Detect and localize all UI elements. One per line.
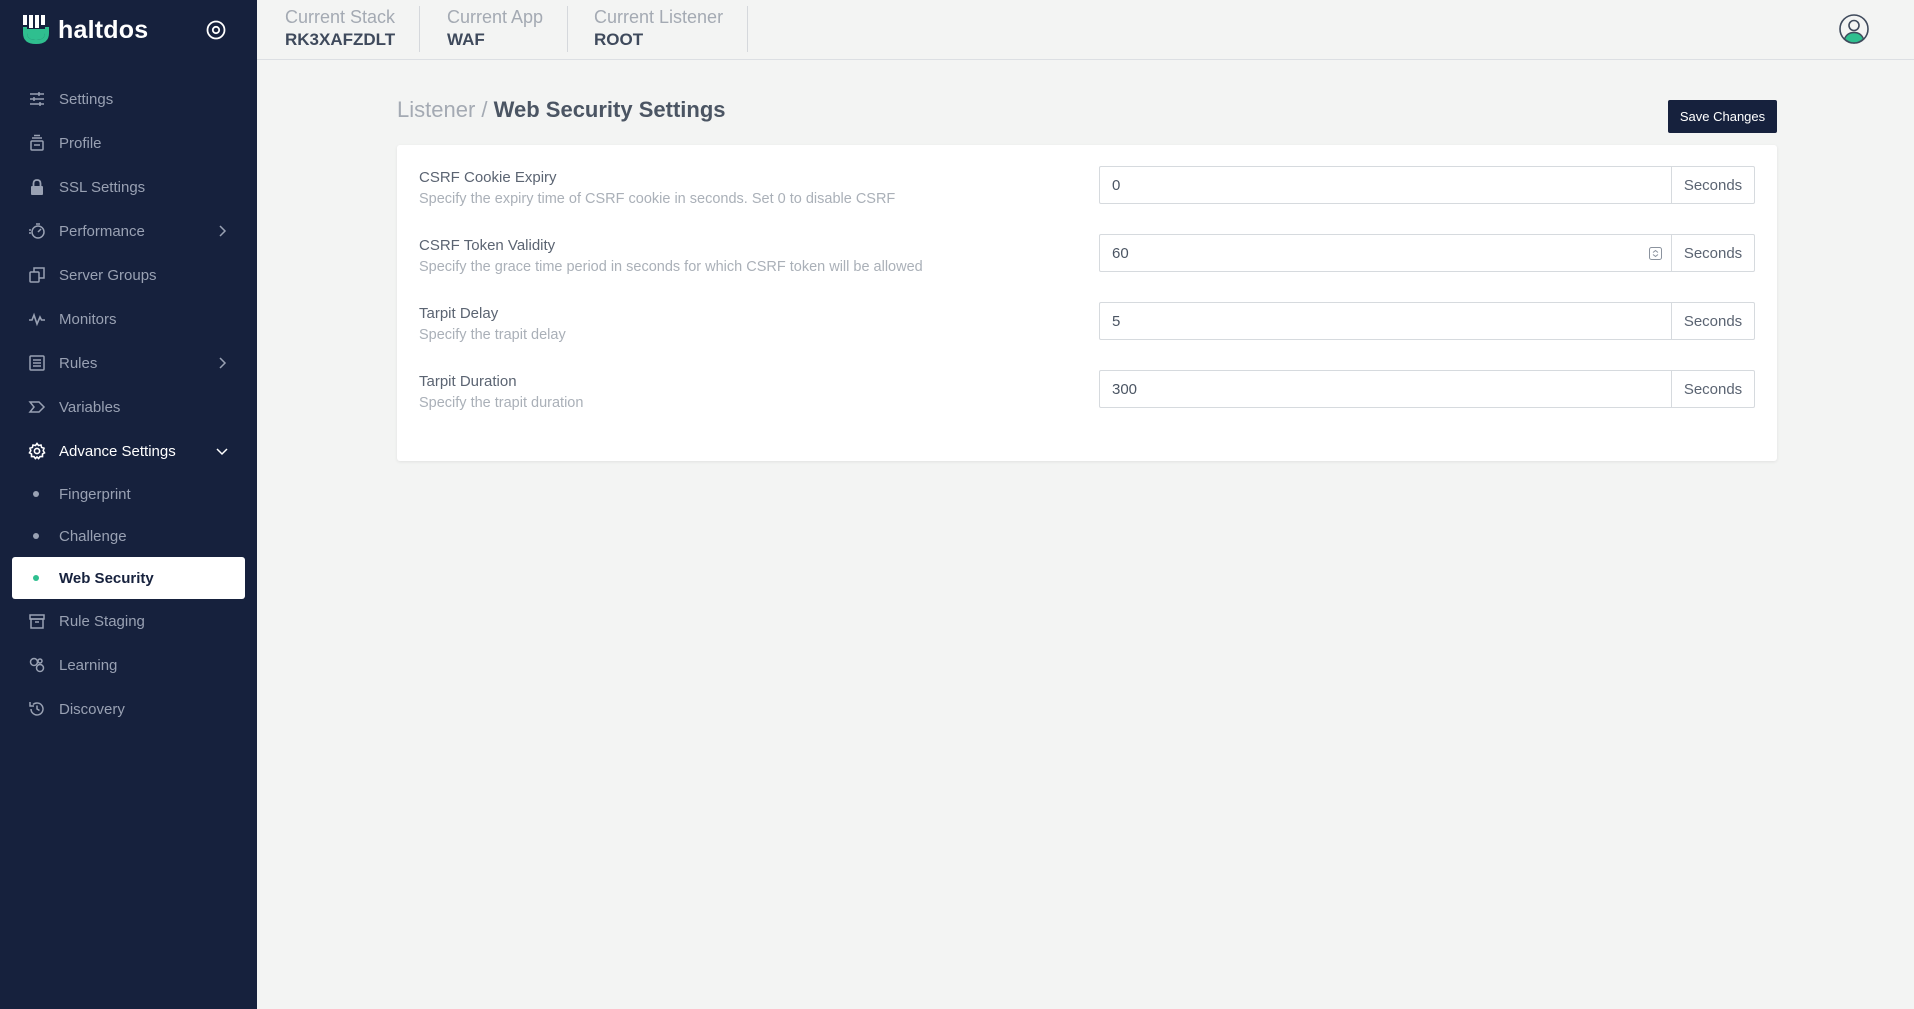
- sidebar-item-label: Monitors: [59, 310, 117, 328]
- current-listener-value: ROOT: [594, 30, 644, 49]
- stack-icon: [30, 134, 44, 151]
- sidebar-toggle-icon[interactable]: [205, 19, 227, 41]
- sidebar-item-ssl-settings[interactable]: SSL Settings: [0, 165, 257, 209]
- learning-icon: [29, 657, 45, 673]
- csrf-token-validity-input-group: Seconds: [1099, 234, 1755, 272]
- sidebar-item-label: Rule Staging: [59, 612, 145, 630]
- sidebar-subitem-label: Challenge: [59, 527, 127, 545]
- breadcrumb-parent[interactable]: Listener /: [397, 97, 488, 122]
- unit-addon: Seconds: [1671, 303, 1754, 339]
- pulse-icon: [29, 312, 45, 327]
- chevron-down-icon: [216, 448, 228, 456]
- brand-name: haltdos: [58, 15, 149, 44]
- number-spinner-icon[interactable]: [1649, 247, 1662, 260]
- sidebar-item-label: Settings: [59, 90, 114, 108]
- sliders-icon: [30, 92, 44, 106]
- sidebar-subitem-web-security[interactable]: Web Security: [12, 557, 245, 599]
- brand[interactable]: haltdos: [22, 14, 148, 46]
- sidebar-item-variables[interactable]: Variables: [0, 385, 257, 429]
- sidebar-item-profile[interactable]: Profile: [0, 121, 257, 165]
- setting-label: Tarpit Delay: [419, 305, 499, 322]
- sidebar-nav: Settings Profile SSL Settings Performanc…: [0, 77, 257, 731]
- setting-description: Specify the grace time period in seconds…: [419, 259, 923, 275]
- page-title: Listener / Web Security Settings: [397, 97, 726, 123]
- tarpit-delay-input-group: Seconds: [1099, 302, 1755, 340]
- csrf-cookie-expiry-input-group: Seconds: [1099, 166, 1755, 204]
- chevron-right-icon: [219, 225, 227, 237]
- gauge-icon: [29, 223, 45, 239]
- unit-addon: Seconds: [1671, 235, 1754, 271]
- setting-description: Specify the trapit duration: [419, 395, 584, 411]
- bullet-icon: [33, 533, 39, 539]
- csrf-cookie-expiry-input[interactable]: [1100, 167, 1671, 203]
- setting-label: Tarpit Duration: [419, 373, 517, 390]
- current-listener-label: Current Listener: [594, 7, 724, 27]
- current-stack-value: RK3XAFZDLT: [285, 30, 396, 49]
- setting-description: Specify the expiry time of CSRF cookie i…: [419, 191, 896, 207]
- bullet-icon: [33, 491, 39, 497]
- breadcrumb-current: Web Security Settings: [493, 97, 726, 122]
- csrf-token-validity-input[interactable]: [1100, 235, 1671, 271]
- sidebar-item-monitors[interactable]: Monitors: [0, 297, 257, 341]
- sidebar-item-performance[interactable]: Performance: [0, 209, 257, 253]
- gear-icon: [28, 442, 46, 460]
- haltdos-logo-icon: [23, 15, 49, 44]
- sidebar-item-label: Learning: [59, 656, 118, 674]
- list-icon: [29, 355, 45, 371]
- sidebar-item-discovery[interactable]: Discovery: [0, 687, 257, 731]
- setting-row-tarpit-delay: Tarpit Delay Specify the trapit delay Se…: [419, 302, 1755, 345]
- tarpit-duration-input-group: Seconds: [1099, 370, 1755, 408]
- current-stack[interactable]: Current Stack RK3XAFZDLT: [285, 6, 421, 52]
- current-app[interactable]: Current App WAF: [447, 6, 569, 52]
- setting-row-csrf-cookie-expiry: CSRF Cookie Expiry Specify the expiry ti…: [419, 166, 1755, 209]
- unit-addon: Seconds: [1671, 371, 1754, 407]
- bullet-icon: [33, 575, 39, 581]
- current-stack-label: Current Stack: [285, 7, 396, 27]
- sidebar-item-label: Rules: [59, 354, 98, 372]
- sidebar-item-rule-staging[interactable]: Rule Staging: [0, 599, 257, 643]
- sidebar-subitem-label: Web Security: [59, 569, 154, 587]
- current-app-label: Current App: [447, 7, 544, 27]
- top-header: Current Stack RK3XAFZDLT Current App WAF…: [257, 0, 1914, 60]
- current-listener[interactable]: Current Listener ROOT: [594, 6, 749, 52]
- setting-label: CSRF Cookie Expiry: [419, 169, 557, 186]
- setting-label: CSRF Token Validity: [419, 237, 556, 254]
- unit-addon: Seconds: [1671, 167, 1754, 203]
- sidebar-item-learning[interactable]: Learning: [0, 643, 257, 687]
- sidebar-item-label: Advance Settings: [59, 442, 176, 460]
- sidebar-item-settings[interactable]: Settings: [0, 77, 257, 121]
- copy-icon: [29, 267, 45, 283]
- sidebar-item-label: Server Groups: [59, 266, 157, 284]
- setting-description: Specify the trapit delay: [419, 327, 566, 343]
- sidebar-item-label: SSL Settings: [59, 178, 146, 196]
- sidebar-subitem-fingerprint[interactable]: Fingerprint: [0, 473, 257, 515]
- save-changes-button[interactable]: Save Changes: [1668, 100, 1777, 133]
- sidebar-subitem-label: Fingerprint: [59, 485, 131, 503]
- sidebar-item-server-groups[interactable]: Server Groups: [0, 253, 257, 297]
- archive-icon: [29, 614, 45, 629]
- tarpit-delay-input[interactable]: [1100, 303, 1671, 339]
- current-app-value: WAF: [447, 30, 485, 49]
- setting-row-csrf-token-validity: CSRF Token Validity Specify the grace ti…: [419, 234, 1755, 277]
- settings-card: CSRF Cookie Expiry Specify the expiry ti…: [397, 145, 1777, 461]
- tag-icon: [28, 401, 46, 413]
- chevron-right-icon: [219, 357, 227, 369]
- sidebar: haltdos Settings Profile SSL Settings Pe…: [0, 0, 257, 1009]
- history-icon: [29, 702, 44, 716]
- lock-icon: [31, 179, 43, 195]
- setting-row-tarpit-duration: Tarpit Duration Specify the trapit durat…: [419, 370, 1755, 413]
- user-avatar-icon[interactable]: [1838, 13, 1870, 45]
- sidebar-item-label: Discovery: [59, 700, 125, 718]
- sidebar-item-label: Variables: [59, 398, 121, 416]
- sidebar-item-label: Performance: [59, 222, 145, 240]
- tarpit-duration-input[interactable]: [1100, 371, 1671, 407]
- sidebar-item-advance-settings[interactable]: Advance Settings: [0, 429, 257, 473]
- sidebar-item-rules[interactable]: Rules: [0, 341, 257, 385]
- sidebar-subitem-challenge[interactable]: Challenge: [0, 515, 257, 557]
- sidebar-item-label: Profile: [59, 134, 102, 152]
